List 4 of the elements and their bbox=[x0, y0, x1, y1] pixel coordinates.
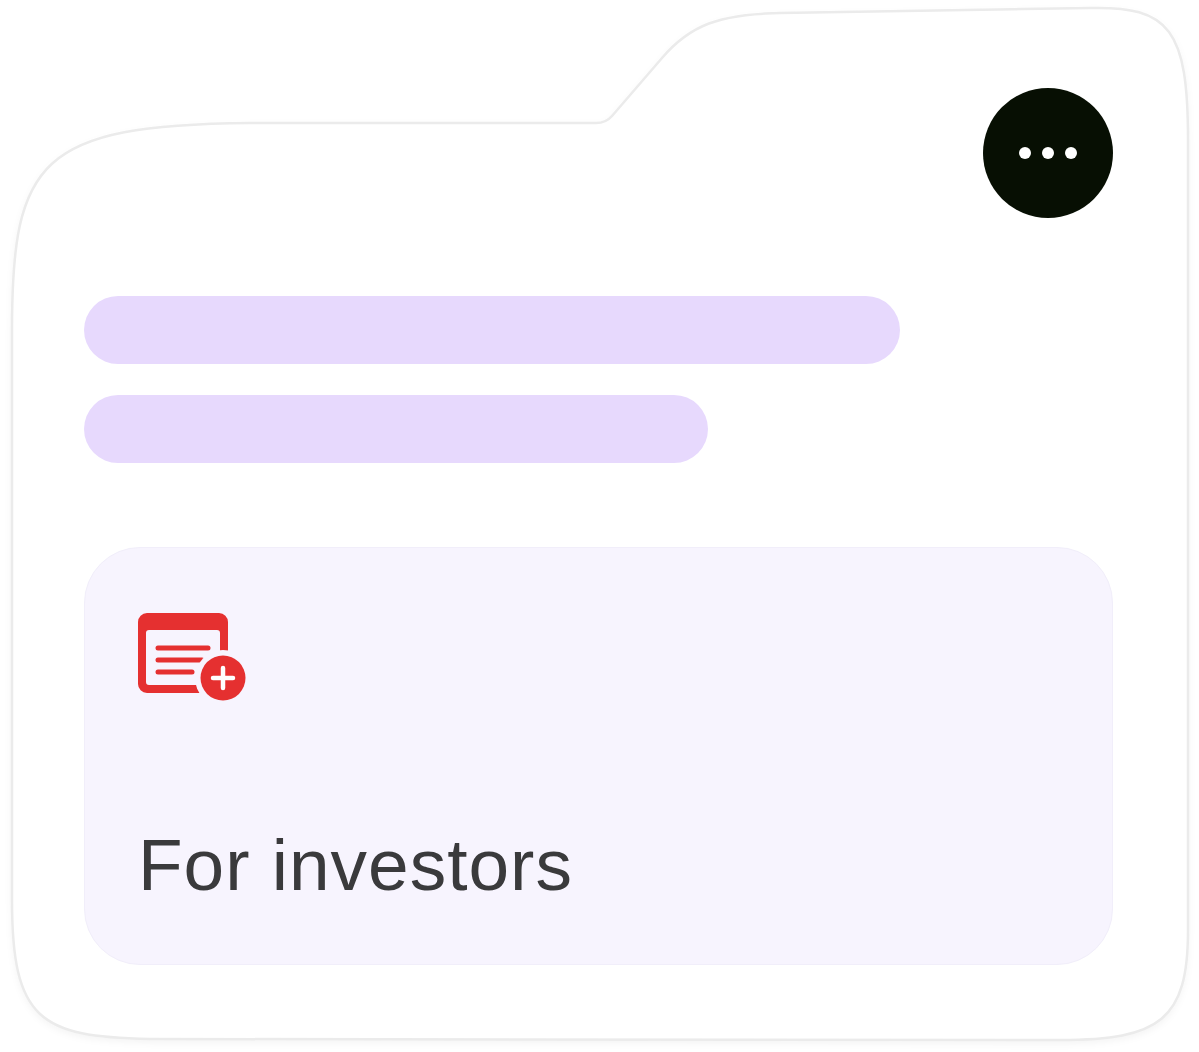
more-icon bbox=[1019, 147, 1077, 159]
document-plus-icon bbox=[138, 613, 246, 701]
investors-card[interactable]: For investors bbox=[84, 547, 1113, 965]
card-title: For investors bbox=[138, 828, 573, 901]
